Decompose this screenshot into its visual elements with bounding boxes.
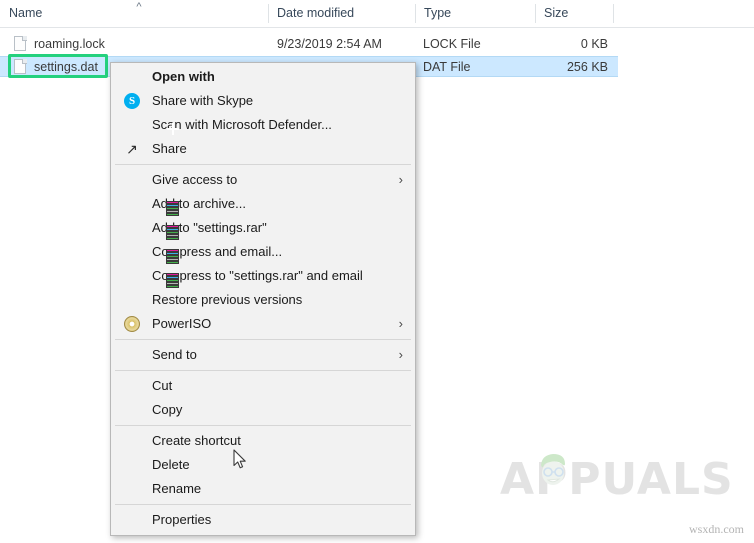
menu-item-open-with[interactable]: Open with: [111, 65, 415, 89]
file-size-cell: 256 KB: [566, 60, 608, 74]
column-header-size[interactable]: Size: [535, 0, 613, 27]
menu-item-label: Delete: [152, 457, 190, 472]
menu-item-label: Open with: [152, 69, 215, 84]
menu-item-restore-previous-versions[interactable]: Restore previous versions: [111, 288, 415, 312]
menu-separator: [115, 504, 411, 505]
column-header-date-label: Date modified: [277, 6, 355, 20]
share-icon: ↗: [126, 141, 138, 157]
file-name-cell: roaming.lock: [34, 37, 105, 51]
appuals-mascot-icon: [541, 454, 565, 485]
menu-item-add-to-archive[interactable]: Add to archive...: [111, 192, 415, 216]
menu-item-label: Create shortcut: [152, 433, 241, 448]
menu-item-properties[interactable]: Properties: [111, 508, 415, 532]
skype-icon: S: [124, 93, 140, 109]
column-header-row: Name ^ Date modified Type Size: [0, 0, 754, 28]
column-divider-4[interactable]: [613, 4, 614, 23]
table-row[interactable]: roaming.lock 9/23/2019 2:54 AM LOCK File…: [0, 34, 618, 55]
menu-item-label: Share with Skype: [152, 93, 254, 108]
menu-item-label: Compress to "settings.rar" and email: [152, 268, 363, 283]
menu-item-delete[interactable]: Delete: [111, 453, 415, 477]
file-name-cell: settings.dat: [34, 60, 98, 74]
menu-item-send-to[interactable]: Send to ›: [111, 343, 415, 367]
file-type-cell: DAT File: [423, 60, 471, 74]
menu-item-share[interactable]: ↗ Share: [111, 137, 415, 161]
menu-item-cut[interactable]: Cut: [111, 374, 415, 398]
menu-item-label: Share: [152, 141, 187, 156]
file-date-cell: 9/23/2019 2:54 AM: [277, 37, 382, 51]
menu-item-label: Send to: [152, 347, 197, 362]
sort-ascending-chevron-up-icon: ^: [136, 1, 142, 13]
generic-file-icon: [14, 59, 27, 75]
menu-separator: [115, 164, 411, 165]
menu-item-create-shortcut[interactable]: Create shortcut: [111, 429, 415, 453]
column-header-name-label: Name: [9, 6, 43, 20]
file-size-cell: 0 KB: [580, 37, 608, 51]
menu-separator: [115, 425, 411, 426]
menu-item-label: Rename: [152, 481, 202, 496]
column-header-type[interactable]: Type: [415, 0, 535, 27]
menu-item-give-access-to[interactable]: Give access to ›: [111, 168, 415, 192]
menu-item-poweriso[interactable]: PowerISO ›: [111, 312, 415, 336]
menu-item-copy[interactable]: Copy: [111, 398, 415, 422]
file-context-menu: Open with S Share with Skype Scan with M…: [110, 62, 416, 536]
menu-item-label: PowerISO: [152, 316, 212, 331]
menu-item-compress-and-email[interactable]: Compress and email...: [111, 240, 415, 264]
menu-separator: [115, 339, 411, 340]
poweriso-icon: [124, 316, 140, 332]
menu-separator: [115, 370, 411, 371]
column-header-date-modified[interactable]: Date modified: [268, 0, 415, 27]
menu-item-label: Copy: [152, 402, 183, 417]
mouse-cursor-icon: [233, 449, 246, 469]
menu-item-share-with-skype[interactable]: S Share with Skype: [111, 89, 415, 113]
chevron-right-icon: ›: [398, 172, 403, 187]
menu-item-compress-to-settings-rar-and-email[interactable]: Compress to "settings.rar" and email: [111, 264, 415, 288]
menu-item-label: Give access to: [152, 172, 238, 187]
menu-item-scan-with-defender[interactable]: Scan with Microsoft Defender...: [111, 113, 415, 137]
menu-item-label: Restore previous versions: [152, 292, 303, 307]
menu-item-add-to-settings-rar[interactable]: Add to "settings.rar": [111, 216, 415, 240]
file-type-cell: LOCK File: [423, 37, 481, 51]
chevron-right-icon: ›: [398, 316, 403, 331]
appuals-watermark: APPUALS: [500, 450, 733, 508]
menu-item-rename[interactable]: Rename: [111, 477, 415, 501]
column-header-type-label: Type: [424, 6, 452, 20]
menu-item-label: Properties: [152, 512, 212, 527]
menu-item-label: Cut: [152, 378, 173, 393]
column-header-size-label: Size: [544, 6, 569, 20]
chevron-right-icon: ›: [398, 347, 403, 362]
source-site-watermark: wsxdn.com: [689, 522, 744, 536]
generic-file-icon: [14, 36, 27, 52]
